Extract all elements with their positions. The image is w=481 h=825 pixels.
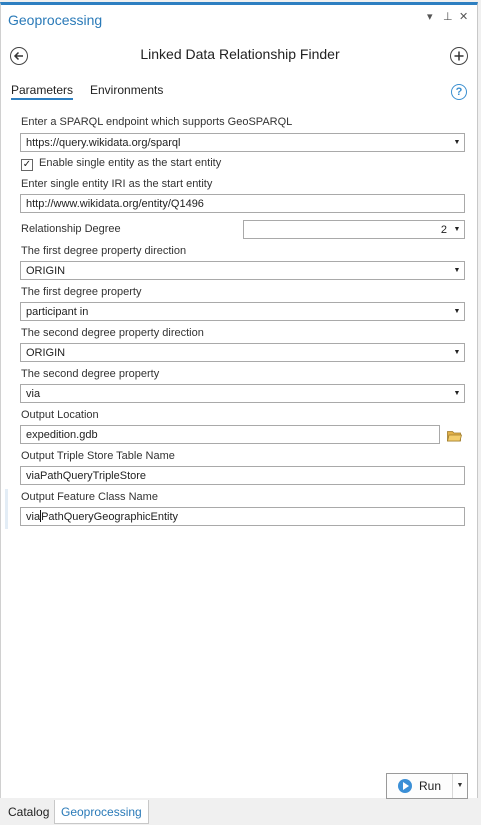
chevron-down-icon: ▼	[453, 139, 461, 146]
triple-store-label: Output Triple Store Table Name	[21, 450, 175, 462]
close-icon[interactable]: ✕	[459, 10, 468, 23]
tab-environments[interactable]: Environments	[90, 83, 163, 97]
pane-title: Geoprocessing	[8, 12, 103, 28]
start-iri-input[interactable]: http://www.wikidata.org/entity/Q1496	[20, 194, 465, 213]
second-direction-label: The second degree property direction	[21, 327, 204, 339]
second-property-label: The second degree property	[21, 368, 160, 380]
endpoint-label: Enter a SPARQL endpoint which supports G…	[21, 116, 293, 128]
degree-value: 2	[440, 223, 447, 236]
plus-icon[interactable]	[450, 47, 468, 65]
output-location-label: Output Location	[21, 409, 99, 421]
bottom-tab-catalog[interactable]: Catalog	[2, 800, 55, 824]
second-direction-value: ORIGIN	[26, 346, 66, 359]
pane-options-icon[interactable]: ▾	[427, 10, 433, 23]
degree-dropdown[interactable]: 2 ▼	[243, 220, 465, 239]
first-direction-label: The first degree property direction	[21, 245, 187, 257]
chevron-down-icon: ▼	[453, 390, 461, 397]
single-entity-checkbox[interactable]: ✓	[21, 159, 33, 171]
run-label: Run	[419, 779, 442, 793]
second-property-dropdown[interactable]: via ▼	[20, 384, 465, 403]
run-options-chevron-icon[interactable]: ▼	[452, 774, 467, 798]
folder-icon[interactable]	[446, 430, 463, 442]
endpoint-value: https://query.wikidata.org/sparql	[26, 136, 181, 149]
output-location-value: expedition.gdb	[26, 428, 98, 441]
single-entity-label: Enable single entity as the start entity	[39, 157, 222, 169]
chevron-down-icon: ▼	[453, 308, 461, 315]
first-direction-value: ORIGIN	[26, 264, 66, 277]
first-property-label: The first degree property	[21, 286, 142, 298]
tab-parameters[interactable]: Parameters	[11, 83, 74, 100]
run-button[interactable]: Run ▼	[386, 773, 468, 799]
chevron-down-icon: ▼	[453, 349, 461, 356]
focus-indicator	[5, 489, 8, 529]
first-property-dropdown[interactable]: participant in ▼	[20, 302, 465, 321]
tool-title: Linked Data Relationship Finder	[140, 46, 340, 62]
output-location-input[interactable]: expedition.gdb	[20, 425, 440, 444]
triple-store-value: viaPathQueryTripleStore	[26, 469, 147, 482]
triple-store-input[interactable]: viaPathQueryTripleStore	[20, 466, 465, 485]
feature-class-value: viaPathQueryGeographicEntity	[26, 510, 179, 523]
second-direction-dropdown[interactable]: ORIGIN ▼	[20, 343, 465, 362]
first-direction-dropdown[interactable]: ORIGIN ▼	[20, 261, 465, 280]
chevron-down-icon: ▼	[453, 267, 461, 274]
pin-icon[interactable]: ⊥	[443, 10, 453, 23]
geoprocessing-pane: Geoprocessing ▾ ⊥ ✕ Linked Data Relation…	[0, 2, 478, 799]
run-play-icon	[398, 779, 412, 793]
degree-label: Relationship Degree	[21, 223, 121, 235]
feature-class-label: Output Feature Class Name	[21, 491, 158, 503]
second-property-value: via	[26, 387, 41, 400]
start-iri-label: Enter single entity IRI as the start ent…	[21, 178, 213, 190]
start-iri-value: http://www.wikidata.org/entity/Q1496	[26, 197, 204, 210]
bottom-tab-geoprocessing[interactable]: Geoprocessing	[54, 800, 149, 824]
chevron-down-icon: ▼	[453, 226, 461, 233]
endpoint-dropdown[interactable]: https://query.wikidata.org/sparql ▼	[20, 133, 465, 152]
help-icon[interactable]: ?	[451, 84, 467, 100]
first-property-value: participant in	[26, 305, 89, 318]
feature-class-input[interactable]: viaPathQueryGeographicEntity	[20, 507, 465, 526]
